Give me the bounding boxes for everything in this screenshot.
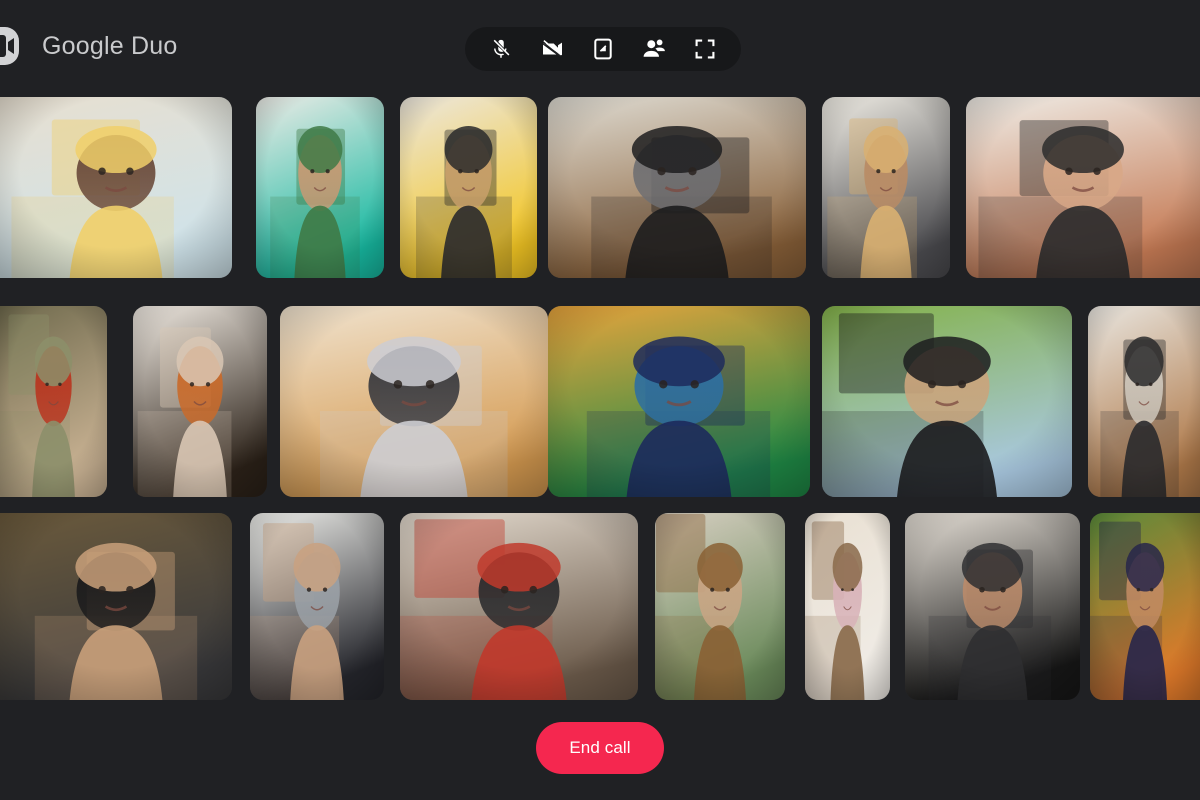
video-off-icon-button[interactable] [535,32,569,66]
mic-off-icon-button[interactable] [484,32,518,66]
call-controls-toolbar [465,27,741,71]
participant-video-grid [0,0,1200,800]
participant-video-feed [966,97,1200,278]
brand: Google Duo [0,23,177,69]
participant-video-feed [256,97,384,278]
participant-tile-10[interactable] [548,306,810,497]
participant-video-feed [400,513,638,700]
participant-video-feed [1088,306,1200,497]
participant-tile-18[interactable] [905,513,1080,700]
video-off-icon [540,37,564,61]
participant-tile-7[interactable] [0,306,107,497]
mic-off-icon [490,38,512,60]
participant-row-3 [0,513,1200,700]
app-title: Google Duo [42,31,178,60]
participant-video-feed [822,306,1072,497]
participant-tile-2[interactable] [256,97,384,278]
participant-video-feed [250,513,384,700]
person-add-icon-button[interactable] [637,32,671,66]
person-add-icon [642,38,666,60]
participant-tile-8[interactable] [133,306,267,497]
participant-row-2 [0,306,1200,497]
participant-video-feed [133,306,267,497]
participant-tile-5[interactable] [822,97,950,278]
participant-video-feed [805,513,890,700]
participant-tile-4[interactable] [548,97,806,278]
participant-video-feed [0,513,232,700]
participant-tile-14[interactable] [250,513,384,700]
fullscreen-icon [695,39,715,59]
participant-video-feed [548,306,810,497]
participant-video-feed [822,97,950,278]
duo-video-logo-icon [0,23,28,69]
participant-tile-12[interactable] [1088,306,1200,497]
participant-tile-19[interactable] [1090,513,1200,700]
participant-tile-16[interactable] [655,513,785,700]
google-duo-call-window: Google Duo End call [0,0,1200,800]
participant-video-feed [1090,513,1200,700]
app-header: Google Duo [0,0,1200,92]
participant-video-feed [280,306,548,497]
participant-video-feed [0,306,107,497]
participant-video-feed [548,97,806,278]
participant-tile-13[interactable] [0,513,232,700]
participant-tile-1[interactable] [0,97,232,278]
flip-camera-icon [593,38,613,60]
participant-tile-17[interactable] [805,513,890,700]
flip-camera-icon-button[interactable] [586,32,620,66]
end-call-button[interactable]: End call [536,722,664,774]
participant-video-feed [905,513,1080,700]
participant-tile-11[interactable] [822,306,1072,497]
participant-tile-6[interactable] [966,97,1200,278]
end-call-bar: End call [0,722,1200,774]
participant-video-feed [400,97,537,278]
participant-row-1 [0,97,1200,278]
participant-tile-3[interactable] [400,97,537,278]
fullscreen-icon-button[interactable] [688,32,722,66]
participant-tile-9[interactable] [280,306,548,497]
participant-tile-15[interactable] [400,513,638,700]
participant-video-feed [655,513,785,700]
participant-video-feed [0,97,232,278]
